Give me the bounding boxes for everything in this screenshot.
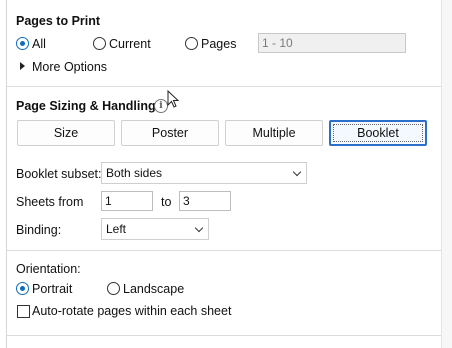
booklet-subset-select[interactable]: Both sides: [101, 162, 307, 184]
binding-value: Left: [106, 222, 127, 236]
radio-portrait[interactable]: [16, 282, 29, 295]
booklet-subset-value: Both sides: [106, 166, 163, 180]
binding-label: Binding:: [16, 223, 62, 237]
sheets-to-label: to: [161, 195, 172, 209]
sheets-from-input[interactable]: 1: [101, 191, 153, 211]
expand-triangle-icon[interactable]: [20, 62, 25, 70]
poster-button[interactable]: Poster: [121, 120, 219, 146]
multiple-button[interactable]: Multiple: [225, 120, 323, 146]
sheets-to-input[interactable]: 3: [179, 191, 231, 211]
radio-landscape-label[interactable]: Landscape: [123, 282, 184, 296]
radio-portrait-label[interactable]: Portrait: [32, 282, 72, 296]
radio-all-label[interactable]: All: [32, 37, 46, 51]
radio-landscape[interactable]: [107, 282, 120, 295]
binding-select[interactable]: Left: [101, 218, 209, 240]
radio-current-label[interactable]: Current: [109, 37, 151, 51]
booklet-button[interactable]: Booklet: [329, 120, 427, 146]
vertical-scrollbar[interactable]: [441, 0, 452, 348]
radio-pages[interactable]: [185, 37, 198, 50]
chevron-down-icon: [292, 167, 302, 177]
auto-rotate-checkbox[interactable]: [17, 305, 30, 318]
radio-all[interactable]: [16, 37, 29, 50]
radio-pages-label[interactable]: Pages: [201, 37, 236, 51]
mouse-cursor-icon: [167, 90, 180, 108]
size-button[interactable]: Size: [17, 120, 115, 146]
auto-rotate-label[interactable]: Auto-rotate pages within each sheet: [32, 304, 231, 318]
print-options-panel: Pages to Print All Current Pages 1 - 10 …: [6, 0, 442, 348]
orientation-label: Orientation:: [16, 262, 81, 276]
info-icon[interactable]: i: [154, 99, 168, 113]
next-section-cutoff: [7, 337, 441, 348]
chevron-down-icon: [194, 223, 204, 233]
sheets-from-label: Sheets from: [16, 195, 84, 209]
more-options-toggle[interactable]: More Options: [32, 60, 107, 74]
page-sizing-heading: Page Sizing & Handling: [16, 99, 156, 113]
pages-to-print-heading: Pages to Print: [16, 14, 101, 28]
booklet-subset-label: Booklet subset:: [16, 167, 102, 181]
radio-current[interactable]: [93, 37, 106, 50]
page-range-input[interactable]: 1 - 10: [258, 33, 406, 53]
pages-to-print-section: Pages to Print All Current Pages 1 - 10 …: [7, 0, 441, 87]
